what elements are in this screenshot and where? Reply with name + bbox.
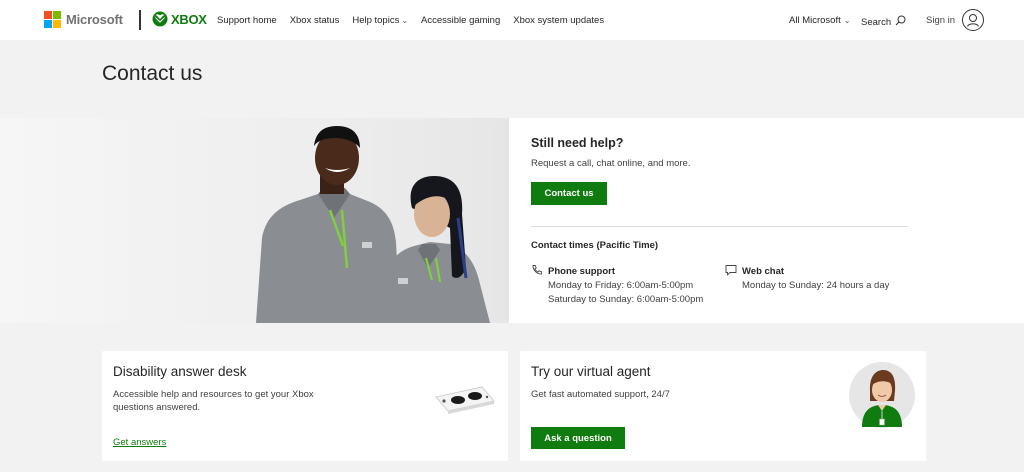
all-microsoft-label: All Microsoft	[789, 15, 841, 26]
nav-xbox-status[interactable]: Xbox status	[290, 15, 340, 26]
xbox-wordmark: XBOX	[171, 11, 207, 27]
virtual-agent-avatar-icon	[849, 362, 915, 428]
nav-accessible-gaming[interactable]: Accessible gaming	[421, 15, 500, 26]
chat-icon	[725, 265, 737, 276]
phone-icon	[532, 265, 542, 275]
main-nav: Support home Xbox status Help topics ⌄ Ac…	[217, 15, 617, 26]
microsoft-wordmark: Microsoft	[66, 12, 123, 27]
support-agents-illustration	[256, 126, 490, 323]
chevron-down-icon: ⌄	[401, 16, 409, 25]
account-avatar[interactable]	[962, 9, 984, 31]
disability-answer-desk-card: Disability answer desk Accessible help a…	[102, 351, 508, 461]
virtual-agent-card-title: Try our virtual agent	[531, 364, 651, 379]
phone-support-hours-weekday: Monday to Friday: 6:00am-5:00pm	[548, 280, 694, 291]
virtual-agent-card-description: Get fast automated support, 24/7	[531, 389, 670, 400]
adaptive-controller-icon	[435, 386, 495, 414]
nav-help-topics[interactable]: Help topics ⌄	[352, 15, 408, 26]
disability-card-description-line: questions answered.	[113, 402, 201, 413]
web-chat-hours: Monday to Sunday: 24 hours a day	[742, 280, 890, 291]
header-divider	[139, 10, 141, 30]
support-agents-photo	[0, 118, 509, 323]
all-microsoft-menu[interactable]: All Microsoft ⌄	[789, 15, 850, 26]
get-answers-link[interactable]: Get answers	[113, 437, 166, 448]
ask-a-question-button[interactable]: Ask a question	[531, 427, 625, 449]
nav-xbox-system-updates[interactable]: Xbox system updates	[513, 15, 604, 26]
help-divider	[531, 226, 908, 227]
page-title: Contact us	[102, 62, 203, 85]
site-header: Microsoft XBOX Support home Xbox status …	[0, 0, 1024, 40]
nav-help-topics-label: Help topics	[352, 15, 400, 26]
virtual-agent-card: Try our virtual agent Get fast automated…	[520, 351, 926, 461]
help-panel: Still need help? Request a call, chat on…	[509, 118, 1024, 323]
help-title: Still need help?	[531, 136, 624, 150]
microsoft-squares-icon	[44, 11, 61, 28]
disability-card-title: Disability answer desk	[113, 364, 247, 379]
search-label: Search	[861, 17, 892, 28]
nav-support-home[interactable]: Support home	[217, 15, 277, 26]
phone-support-hours-weekend: Saturday to Sunday: 6:00am-5:00pm	[548, 294, 704, 305]
hero-section: Still need help? Request a call, chat on…	[0, 118, 1024, 323]
search-icon	[895, 15, 906, 26]
phone-support-title: Phone support	[548, 266, 616, 277]
sign-in-link[interactable]: Sign in	[926, 15, 955, 26]
help-subtitle: Request a call, chat online, and more.	[531, 158, 691, 169]
xbox-logo[interactable]: XBOX	[152, 11, 207, 27]
title-band: Contact us	[0, 40, 1024, 118]
contact-us-button[interactable]: Contact us	[531, 182, 607, 205]
contact-times-title: Contact times (Pacific Time)	[531, 240, 659, 251]
search-button[interactable]: Search	[861, 15, 906, 28]
disability-card-description-line: Accessible help and resources to get you…	[113, 389, 314, 400]
person-icon	[967, 14, 979, 27]
web-chat-title: Web chat	[742, 266, 785, 277]
microsoft-logo[interactable]: Microsoft	[44, 11, 123, 28]
disability-card-description: Accessible help and resources to get you…	[113, 388, 314, 414]
chevron-down-icon: ⌄	[843, 16, 851, 25]
xbox-sphere-icon	[152, 11, 168, 27]
